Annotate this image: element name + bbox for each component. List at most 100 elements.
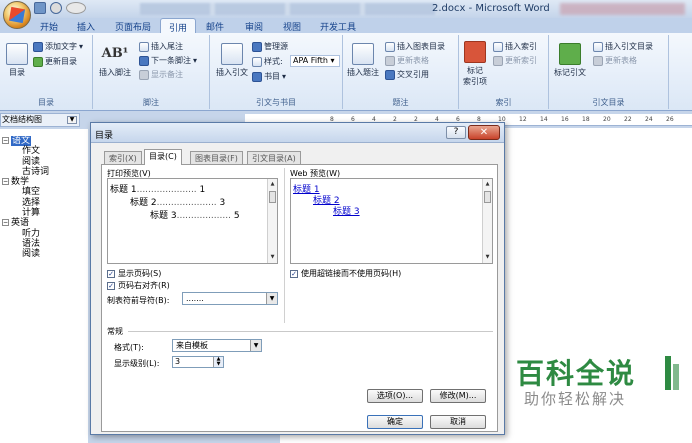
tab-leader-dropdown-icon[interactable]: ▼ (266, 293, 277, 304)
add-text-button[interactable]: 添加文字 ▾ (33, 41, 83, 52)
dialog-tab-authorities[interactable]: 引文目录(A) (247, 151, 301, 165)
cancel-button[interactable]: 取消 (430, 415, 486, 429)
update-index-button[interactable]: 更新索引 (493, 55, 537, 66)
right-align-checkbox[interactable]: ✓ 页码右对齐(R) (107, 280, 170, 291)
insert-endnote-button[interactable]: 插入尾注 (139, 41, 183, 52)
nav-tree-item[interactable]: 听力 (2, 229, 49, 239)
update-index-label: 更新索引 (505, 56, 537, 65)
tab-developer[interactable]: 开发工具 (320, 20, 356, 33)
insert-toa-icon (593, 41, 603, 52)
use-hyperlinks-checkbox[interactable]: ✓ 使用超链接而不使用页码(H) (290, 268, 401, 279)
modify-button[interactable]: 修改(M)... (430, 389, 486, 403)
tab-references[interactable]: 引用 (160, 18, 197, 34)
nav-tree-item[interactable]: 选择 (2, 198, 49, 208)
cross-reference-button[interactable]: 交叉引用 (385, 69, 429, 80)
ruler-tick: 26 (666, 116, 674, 123)
web-scrollbar-thumb[interactable] (484, 191, 491, 203)
dialog-close-button[interactable]: ✕ (468, 125, 500, 140)
cross-reference-label: 交叉引用 (397, 70, 429, 79)
levels-spin-icon[interactable]: ▲ ▼ (213, 357, 223, 367)
update-toc-button[interactable]: 更新目录 (33, 56, 77, 67)
nav-tree-item[interactable]: − 数学 (2, 177, 49, 187)
add-text-icon (33, 41, 43, 52)
mark-entry-button[interactable]: 标记 索引项 (461, 41, 489, 87)
tab-page-layout[interactable]: 页面布局 (115, 20, 151, 33)
next-footnote-button[interactable]: 下一条脚注 ▾ (139, 55, 197, 66)
collapse-toggle-icon[interactable]: − (2, 178, 9, 186)
scrollbar-thumb[interactable] (269, 191, 276, 203)
manage-sources-button[interactable]: 管理源 (252, 41, 288, 52)
nav-tree-item[interactable]: − 语文 (2, 136, 49, 146)
tab-leader-select[interactable]: ....... ▼ (182, 292, 278, 305)
dialog-help-button[interactable]: ? (446, 126, 466, 139)
bibliography-button[interactable]: 书目 ▾ (252, 71, 286, 82)
undo-icon[interactable] (50, 2, 62, 14)
quick-access-toolbar (34, 2, 86, 14)
nav-pane-header[interactable]: 文档结构图 ▼ (0, 113, 80, 127)
save-icon[interactable] (34, 2, 46, 14)
web-scroll-down-icon[interactable]: ▼ (483, 253, 492, 262)
options-button[interactable]: 选项(O)... (367, 389, 423, 403)
tab-insert[interactable]: 插入 (77, 20, 95, 33)
nav-tree-item[interactable]: 填空 (2, 187, 49, 197)
scroll-up-icon[interactable]: ▲ (268, 180, 277, 189)
insert-table-of-figures-button[interactable]: 插入图表目录 (385, 41, 445, 52)
nav-tree-item[interactable]: 计算 (2, 208, 49, 218)
tab-review[interactable]: 审阅 (245, 20, 263, 33)
mark-citation-button[interactable]: 标记引文 (553, 43, 587, 78)
group-table-of-authorities: 标记引文 插入引文目录 更新表格 引文目录 (549, 35, 669, 109)
nav-tree-item[interactable]: 阅读 (2, 157, 49, 167)
toc-button[interactable]: 目录 (4, 43, 30, 78)
nav-tree-item[interactable]: − 英语 (2, 218, 49, 228)
redo-icon[interactable] (66, 2, 86, 14)
collapse-toggle-icon[interactable]: − (2, 137, 9, 144)
web-preview-scrollbar[interactable]: ▲ ▼ (482, 179, 492, 263)
insert-toa-button[interactable]: 插入引文目录 (593, 41, 653, 52)
insert-caption-label: 插入题注 (347, 68, 379, 77)
nav-tree-item[interactable]: 语法 (2, 239, 49, 249)
update-figures-table-label: 更新表格 (397, 56, 429, 65)
nav-pane-dropdown-icon[interactable]: ▼ (67, 116, 77, 124)
right-align-label: 页码右对齐(R) (118, 281, 170, 290)
levels-spinner[interactable]: 3 ▲ ▼ (172, 356, 224, 368)
levels-value: 3 (175, 357, 181, 366)
insert-caption-button[interactable]: 插入题注 (345, 43, 381, 78)
office-button[interactable] (3, 1, 31, 29)
dialog-tab-toc[interactable]: 目录(C) (144, 149, 182, 165)
formats-select[interactable]: 来自模板 ▼ (172, 339, 262, 352)
tab-home[interactable]: 开始 (40, 20, 58, 33)
web-preview-link-3[interactable]: 标题 3 (333, 204, 360, 217)
dialog-tab-figures[interactable]: 图表目录(F) (190, 151, 243, 165)
nav-tree-item[interactable]: 作文 (2, 146, 49, 156)
collapse-toggle-icon[interactable]: − (2, 219, 9, 227)
bibliography-label: 书目 (264, 72, 280, 81)
toc-tab-panel: 打印预览(V) 标题 1..................... 1 标题 2… (101, 164, 498, 432)
web-preview-box[interactable]: 标题 1 标题 2 标题 3 ▲ ▼ (290, 178, 493, 264)
insert-footnote-label: 插入脚注 (99, 68, 131, 77)
next-footnote-label: 下一条脚注 (151, 56, 191, 65)
document-map-tree: − 语文 作文 阅读 古诗词 − 数学 填空 选择 计算 − 英语 听力 语法 阅读 (2, 136, 49, 260)
print-preview-scrollbar[interactable]: ▲ ▼ (267, 179, 277, 263)
web-scroll-up-icon[interactable]: ▲ (483, 180, 492, 189)
print-preview-box[interactable]: 标题 1..................... 1 标题 2........… (107, 178, 278, 264)
tab-view[interactable]: 视图 (283, 20, 301, 33)
formats-dropdown-icon[interactable]: ▼ (250, 340, 261, 351)
nav-tree-item[interactable]: 古诗词 (2, 167, 49, 177)
update-figures-table-button[interactable]: 更新表格 (385, 55, 429, 66)
update-toa-button[interactable]: 更新表格 (593, 55, 637, 66)
print-preview-line-2: 标题 2..................... 3 (130, 198, 226, 208)
ok-button[interactable]: 确定 (367, 415, 423, 429)
dialog-tab-index[interactable]: 索引(X) (104, 151, 142, 165)
show-notes-button[interactable]: 显示备注 (139, 69, 183, 80)
show-page-numbers-checkbox[interactable]: ✓ 显示页码(S) (107, 268, 161, 279)
insert-citation-button[interactable]: 插入引文 (214, 43, 250, 78)
citation-style-select[interactable]: APA Fifth ▾ (290, 55, 340, 67)
scroll-down-icon[interactable]: ▼ (268, 253, 277, 262)
nav-tree-item-label: 作文 (22, 146, 41, 157)
levels-spin-down-icon[interactable]: ▼ (217, 361, 221, 367)
group-citations: 插入引文 管理源 样式: APA Fifth ▾ 书目 ▾ 引文与书目 (210, 35, 343, 109)
insert-footnote-button[interactable]: AB¹ 插入脚注 (97, 43, 133, 78)
nav-tree-item[interactable]: 阅读 (2, 249, 49, 259)
tab-mailings[interactable]: 邮件 (206, 20, 224, 33)
insert-index-button[interactable]: 插入索引 (493, 41, 537, 52)
